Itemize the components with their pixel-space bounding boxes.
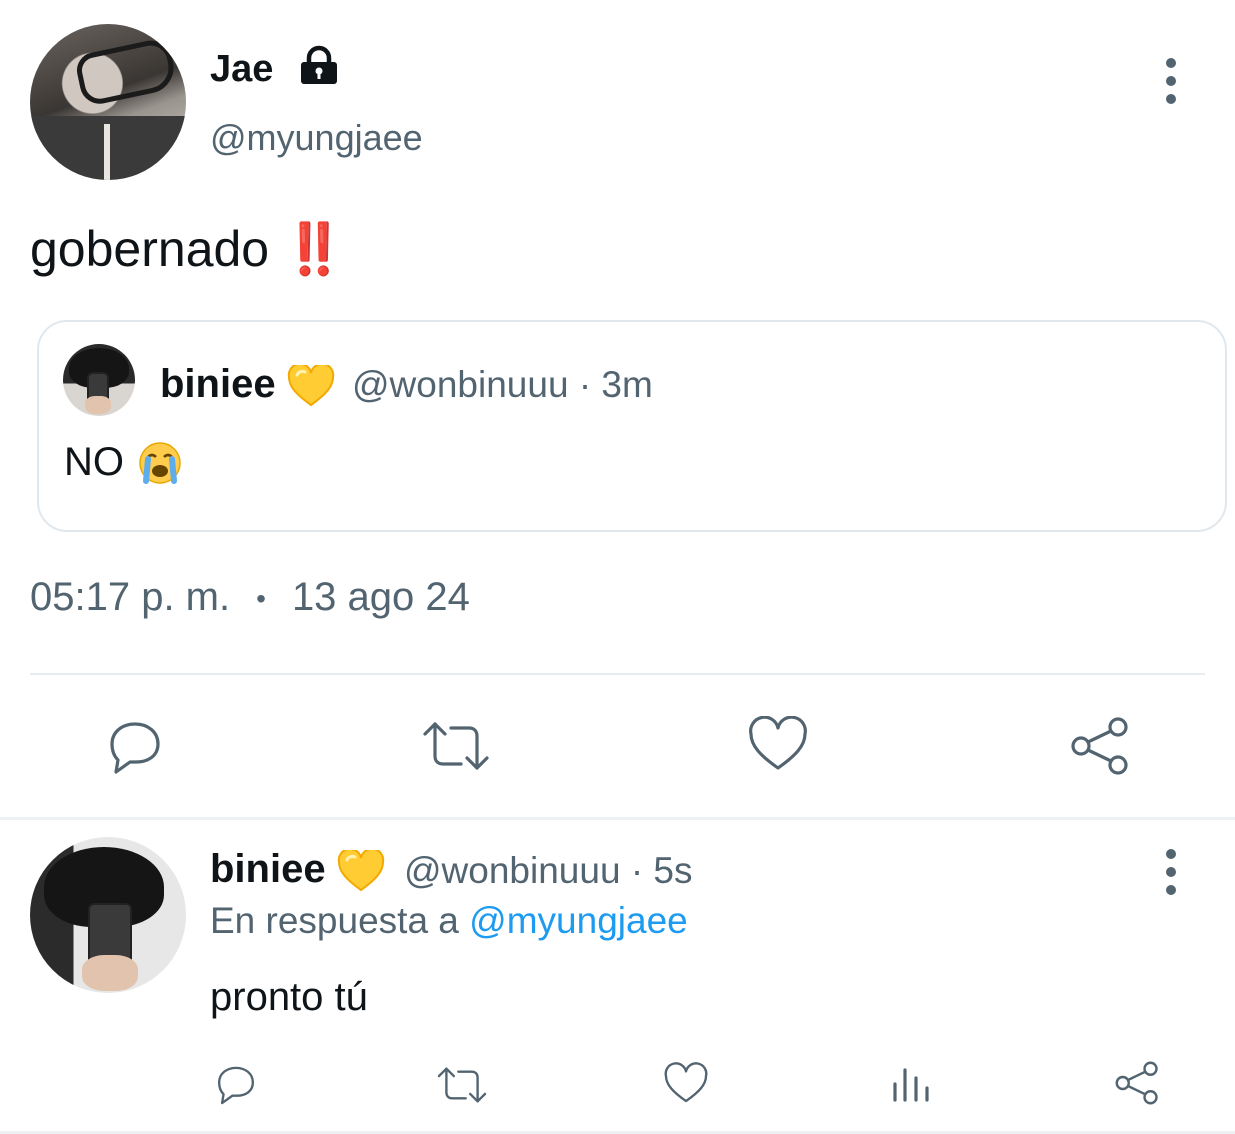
reply-prefix: En respuesta a — [210, 900, 459, 941]
share-icon[interactable] — [1068, 716, 1132, 776]
reply-context: En respuesta a @myungjaee — [210, 900, 688, 942]
quoted-author-name-text: biniee — [160, 362, 276, 406]
reply-mention-link[interactable]: @myungjaee — [469, 900, 688, 941]
lock-icon — [301, 45, 337, 84]
reply-author-avatar[interactable] — [30, 837, 186, 993]
quoted-author-avatar — [63, 344, 135, 416]
author-handle[interactable]: @myungjaee — [210, 117, 423, 159]
reply-age: · 5s — [630, 850, 693, 891]
tweet-text-body: gobernado — [30, 221, 270, 277]
quoted-handle-text: @wonbinuuu — [352, 364, 569, 405]
reply-author-name-text: biniee — [210, 847, 326, 891]
tweet-date: 13 ago 24 — [291, 575, 470, 619]
divider — [30, 673, 1205, 675]
section-divider — [0, 817, 1235, 820]
tweet-time: 05:17 p. m. — [30, 575, 231, 619]
quoted-author-name: biniee — [160, 362, 335, 407]
yellow-heart-icon — [337, 850, 384, 892]
more-options-icon[interactable] — [1166, 58, 1176, 112]
like-icon[interactable] — [747, 716, 809, 774]
reply-text: pronto tú — [210, 975, 368, 1019]
tweet-timestamp: 05:17 p. m. • 13 ago 24 — [30, 575, 470, 620]
meta-separator: • — [256, 583, 266, 615]
reply-icon[interactable] — [213, 1062, 259, 1106]
tweet-text: gobernado ‼️ — [30, 220, 345, 279]
double-exclamation-emoji: ‼️ — [283, 221, 345, 277]
like-icon[interactable] — [663, 1062, 709, 1106]
crying-face-icon — [139, 442, 181, 484]
reply-handle-text: @wonbinuuu — [404, 850, 621, 891]
more-options-icon[interactable] — [1166, 849, 1176, 903]
retweet-icon[interactable] — [436, 1064, 488, 1106]
quoted-tweet-card[interactable] — [37, 320, 1227, 532]
reply-author-handle[interactable]: @wonbinuuu · 5s — [404, 850, 693, 892]
share-icon[interactable] — [1113, 1060, 1161, 1106]
reply-icon[interactable] — [104, 716, 166, 776]
quoted-tweet-text: NO — [64, 440, 124, 484]
quoted-author-handle: @wonbinuuu · 3m — [352, 364, 653, 406]
reply-author-name[interactable]: biniee — [210, 847, 385, 892]
quoted-age: · 3m — [578, 364, 653, 405]
views-icon[interactable] — [890, 1064, 932, 1104]
author-avatar[interactable] — [30, 24, 186, 180]
yellow-heart-icon — [287, 365, 334, 407]
retweet-icon[interactable] — [421, 718, 491, 774]
author-name[interactable]: Jae — [210, 48, 273, 91]
